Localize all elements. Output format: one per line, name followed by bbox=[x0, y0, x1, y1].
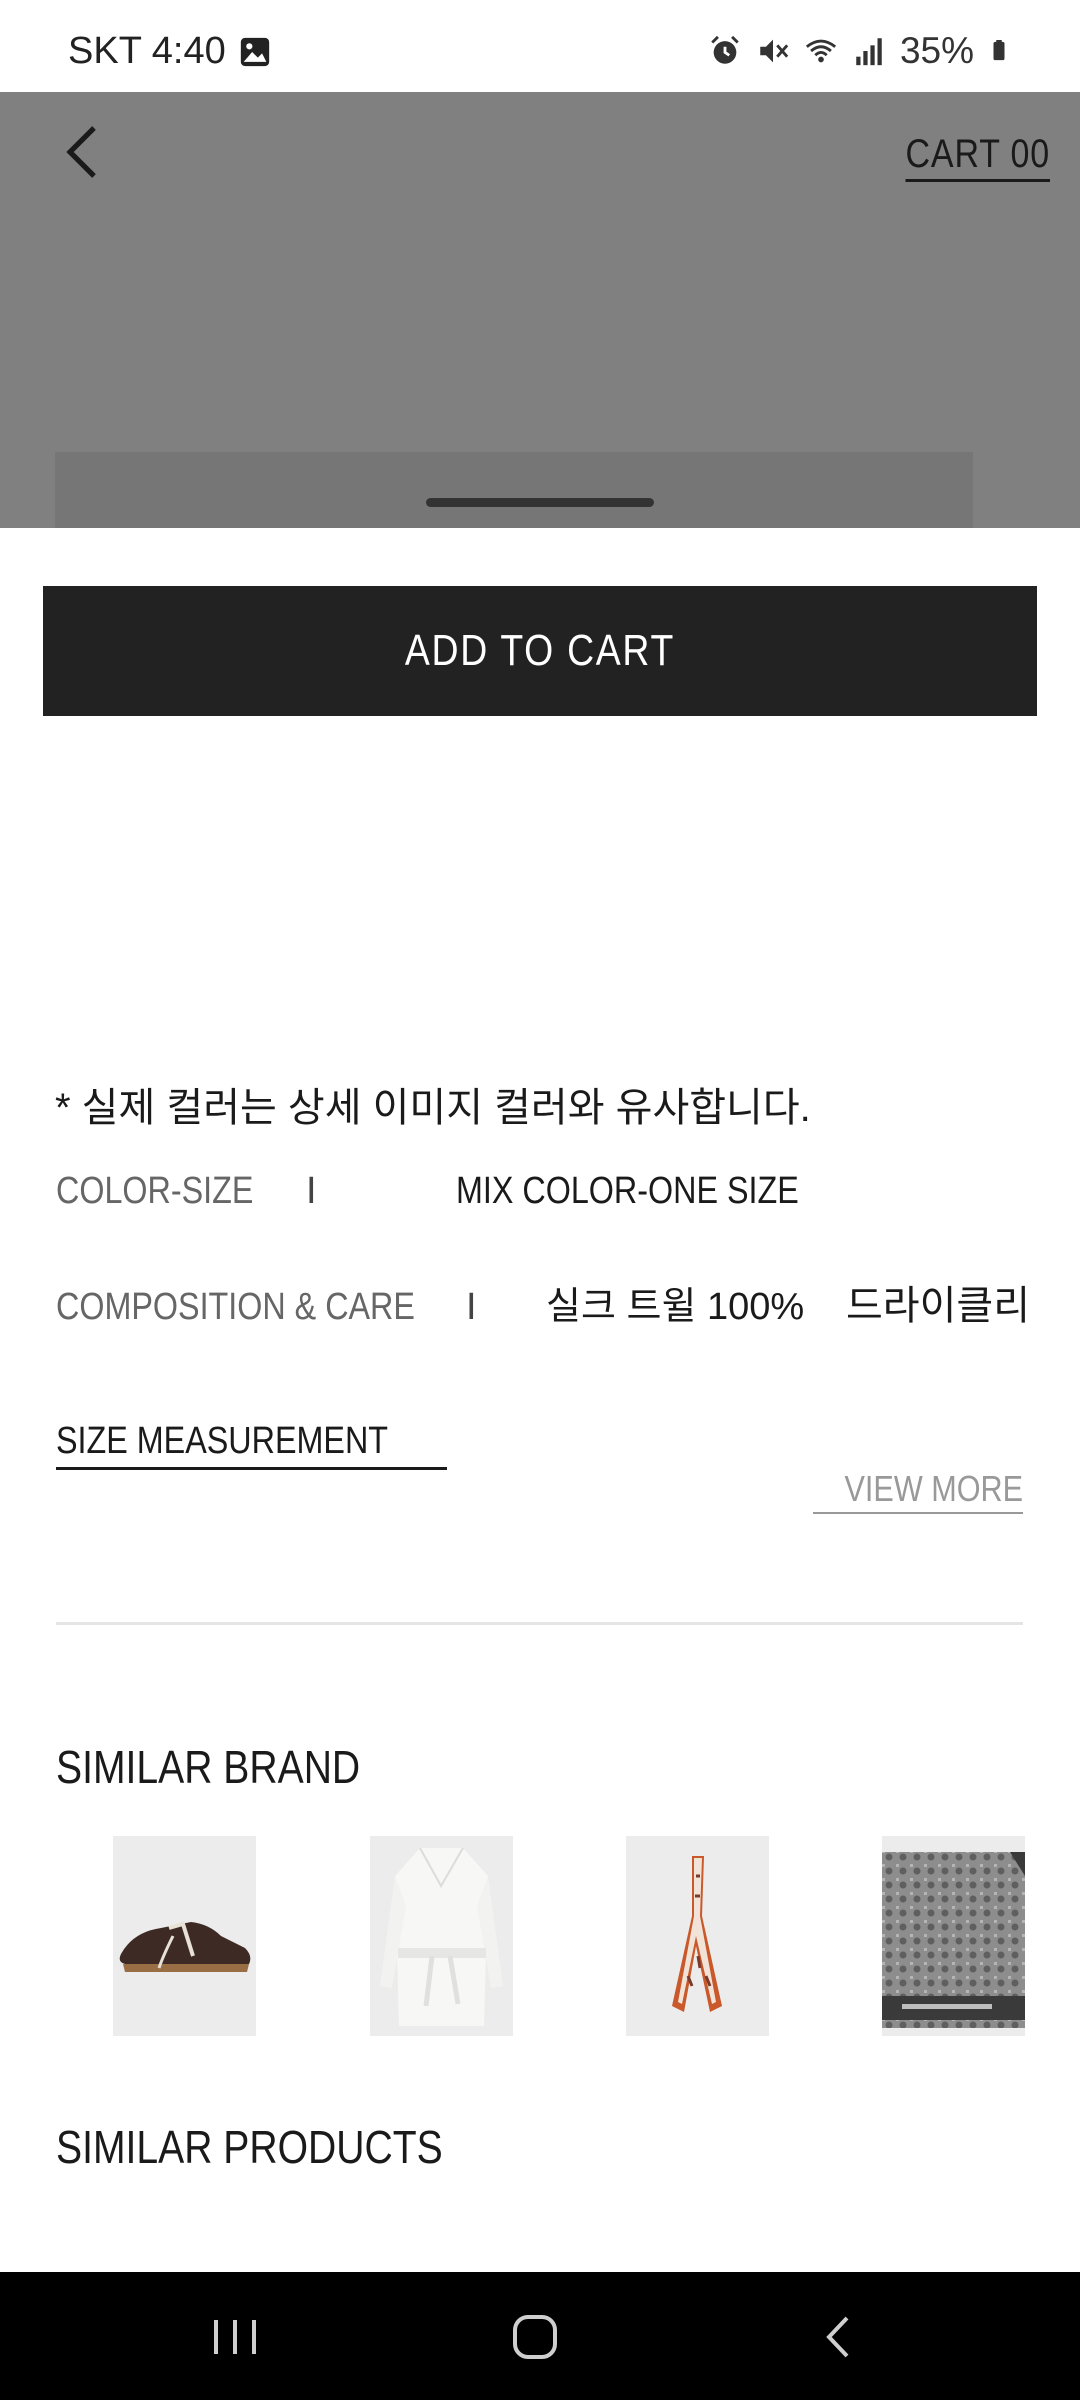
color-size-row: COLOR-SIZE I MIX COLOR-ONE SIZE bbox=[56, 1170, 859, 1213]
color-notice: * 실제 컬러는 상세 이미지 컬러와 유사합니다. bbox=[55, 1086, 811, 1130]
product-image-peek bbox=[55, 452, 973, 528]
silk-twilly-scarf-image bbox=[626, 1836, 769, 2036]
signal-icon bbox=[856, 38, 882, 66]
alarm-icon bbox=[711, 35, 739, 64]
care-value: 드라이클리 bbox=[846, 1284, 1030, 1328]
carrier-time: SKT 4:40 bbox=[68, 30, 226, 72]
wifi-icon bbox=[805, 39, 836, 63]
cart-link[interactable]: CART 00 bbox=[905, 132, 1050, 182]
composition-value: 실크 트윌 100% bbox=[546, 1286, 805, 1328]
similar-products-title: SIMILAR PRODUCTS bbox=[56, 2121, 443, 2173]
composition-label: COMPOSITION & CARE bbox=[56, 1286, 415, 1328]
dim-overlay[interactable]: CART 00 bbox=[0, 92, 1080, 528]
separator: I bbox=[466, 1286, 477, 1328]
home-icon[interactable] bbox=[500, 2302, 570, 2372]
similar-brand-item[interactable] bbox=[882, 1836, 1025, 2036]
similar-brand-item[interactable] bbox=[626, 1836, 769, 2036]
monogram-scarf-image bbox=[882, 1836, 1025, 2036]
similar-brand-carousel[interactable] bbox=[0, 1836, 1080, 2036]
composition-row: COMPOSITION & CARE I 실크 트윌 100% 드라이클리 bbox=[56, 1273, 1030, 1331]
similar-brand-item[interactable] bbox=[113, 1836, 256, 2036]
gallery-notification-icon bbox=[240, 37, 269, 66]
similar-brand-item[interactable] bbox=[370, 1836, 513, 2036]
white-robe-image bbox=[370, 1836, 513, 2036]
mute-icon bbox=[760, 39, 789, 63]
similar-brand-title: SIMILAR BRAND bbox=[56, 1741, 361, 1793]
color-size-label: COLOR-SIZE bbox=[56, 1170, 254, 1212]
back-arrow-icon[interactable] bbox=[58, 122, 106, 182]
sheet-drag-handle[interactable] bbox=[426, 498, 654, 507]
divider bbox=[56, 1622, 1023, 1625]
system-nav-bar bbox=[0, 2272, 1080, 2400]
battery-percent: 35% bbox=[899, 30, 974, 71]
color-size-value: MIX COLOR-ONE SIZE bbox=[456, 1170, 799, 1212]
status-bar: SKT 4:40 35% bbox=[0, 0, 1080, 92]
separator: I bbox=[306, 1170, 317, 1212]
sneaker-image bbox=[113, 1836, 256, 2036]
recent-apps-icon[interactable] bbox=[200, 2302, 270, 2372]
battery-icon bbox=[993, 40, 1005, 61]
size-measurement-link[interactable]: SIZE MEASUREMENT bbox=[56, 1420, 447, 1470]
system-back-icon[interactable] bbox=[805, 2302, 875, 2372]
add-to-cart-button[interactable]: ADD TO CART bbox=[43, 586, 1037, 716]
view-more-link[interactable]: VIEW MORE bbox=[812, 1468, 1023, 1514]
